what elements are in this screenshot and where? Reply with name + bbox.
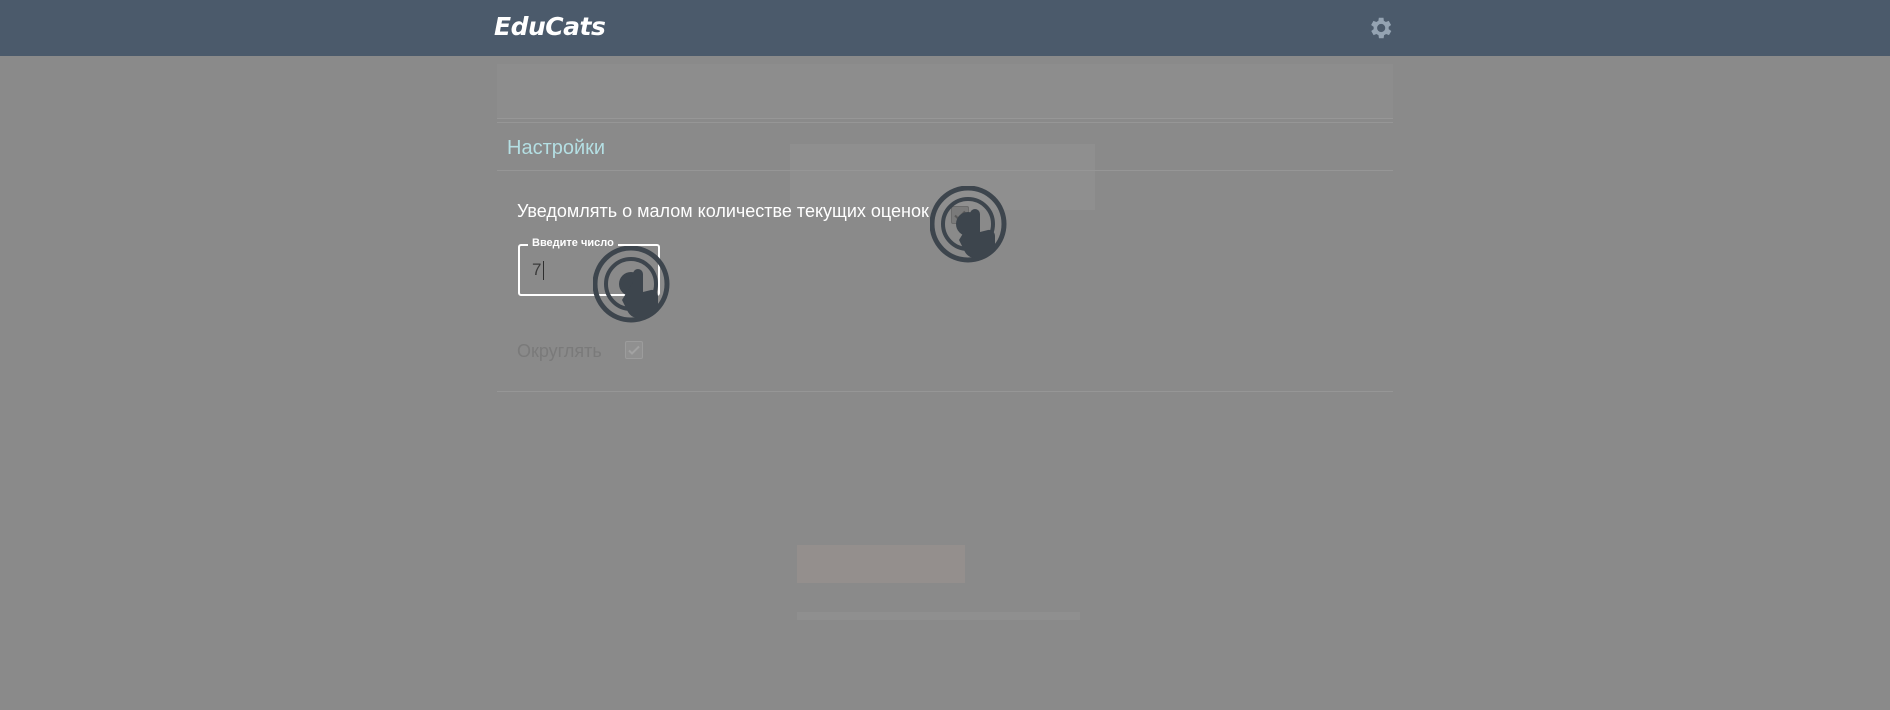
- settings-title: Настройки: [507, 137, 606, 159]
- top-bar: EduCats: [0, 0, 1890, 56]
- number-input-value: 7: [532, 260, 542, 279]
- notify-label: Уведомлять о малом количестве текущих оц…: [517, 201, 929, 221]
- tap-hand-icon: [930, 186, 1007, 263]
- round-label: Округлять: [517, 341, 602, 361]
- app-logo[interactable]: EduCats: [494, 12, 606, 41]
- background-ghost-button: [797, 545, 965, 583]
- top-panel: [497, 64, 1393, 119]
- background-ghost-line: [797, 612, 1080, 620]
- check-icon: [628, 345, 640, 355]
- text-caret: [543, 261, 544, 280]
- tap-hand-icon: [593, 246, 670, 323]
- gear-icon[interactable]: [1366, 14, 1394, 42]
- divider: [497, 170, 1393, 171]
- round-checkbox[interactable]: [625, 341, 643, 359]
